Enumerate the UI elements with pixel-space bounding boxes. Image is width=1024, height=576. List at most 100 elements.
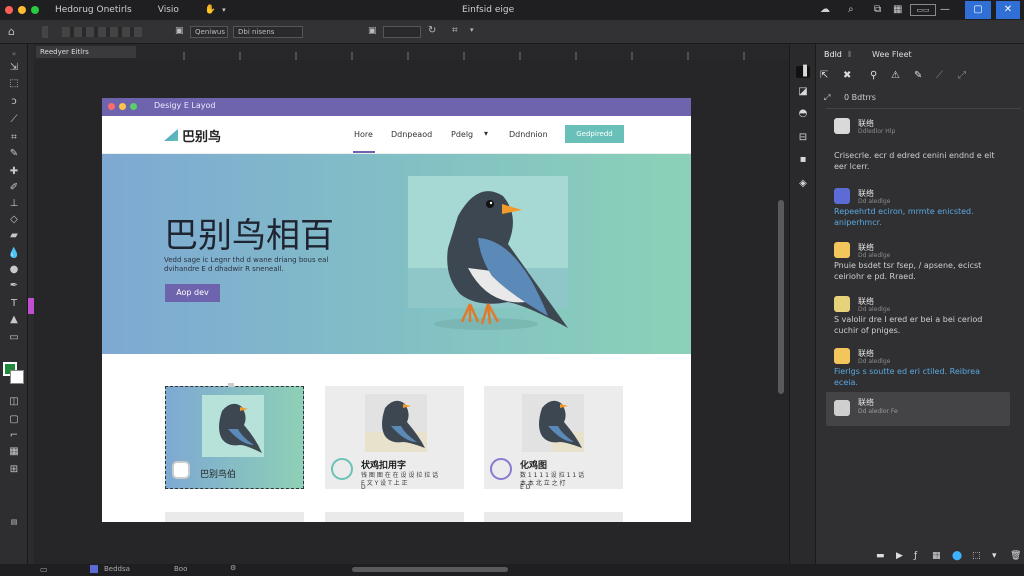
more-icon[interactable]: ▾ — [992, 551, 997, 561]
filter-label[interactable]: 0 Bdtrrs — [844, 93, 876, 102]
vertical-scrollbar[interactable] — [778, 200, 784, 394]
crop-icon[interactable]: ⌗ — [452, 25, 458, 36]
option-field-2[interactable]: Dbi nisens — [233, 26, 303, 38]
shapes-icon[interactable]: ⚠ — [891, 70, 900, 81]
channels-icon[interactable]: ▪ — [796, 154, 810, 166]
comment-5[interactable]: 联络 Dd aledlge Fierlgs s soutte ed eri ct… — [834, 348, 1004, 394]
nav-home[interactable]: Hore — [354, 130, 373, 139]
panel-tab-active[interactable]: Bdld — [824, 50, 842, 59]
panel-footer-icon-2[interactable]: ▶ — [896, 551, 903, 561]
close-x-icon[interactable]: ✖ — [843, 70, 851, 81]
text-tool-icon[interactable]: ⇱ — [820, 70, 828, 81]
background-color-swatch[interactable] — [10, 370, 24, 384]
comment-3[interactable]: 联络 Dd aledlge Pnuie bsdet tsr fsep, / ap… — [834, 242, 1004, 292]
chevron-down-icon[interactable]: ▾ — [470, 26, 474, 34]
crop-tool-icon[interactable]: ⌗ — [7, 132, 21, 144]
card-row-2-1[interactable] — [165, 512, 304, 522]
path-select-icon[interactable]: ▲ — [7, 314, 21, 326]
search-icon[interactable]: ⚲ — [870, 70, 877, 81]
window-maximize-button[interactable]: ▢ — [965, 1, 991, 19]
pen-icon[interactable]: ✎ — [914, 70, 922, 81]
filter-icon[interactable]: ⤢ — [824, 93, 830, 103]
heal-tool-icon[interactable]: ✚ — [7, 166, 21, 178]
type-tool-icon[interactable]: T — [7, 298, 21, 310]
nav-cta-button[interactable]: Gedpiredd — [565, 125, 624, 143]
nav-item-2[interactable]: Ddnpeaod — [391, 130, 432, 139]
option-swatches[interactable] — [62, 27, 142, 37]
brand-name[interactable]: 巴别鸟 — [182, 126, 221, 145]
dodge-tool-icon[interactable]: ● — [7, 264, 21, 276]
library-icon[interactable]: ◓ — [796, 108, 810, 120]
hand-icon[interactable]: ✋ — [205, 5, 216, 15]
layer-name[interactable]: Beddsa — [104, 565, 130, 573]
cloud-icon[interactable]: ☁ — [820, 4, 830, 15]
comment-1[interactable]: 联络 Ddledlor Hlp Crisecrle. ecr d edred c… — [834, 118, 1004, 184]
option-field-3[interactable] — [383, 26, 421, 38]
brush-tool-icon[interactable]: ✐ — [7, 182, 21, 194]
trash-icon[interactable]: 🗑 — [1010, 551, 1021, 561]
expand-icon[interactable]: ⤢ — [958, 70, 966, 81]
nav-item-4[interactable]: Ddndnion — [509, 130, 548, 139]
comment-4[interactable]: 联络 Dd aledlge S valolir dre I ered er be… — [834, 296, 1004, 346]
more-tools-icon[interactable]: ⊞ — [7, 464, 21, 476]
extra-tool-icon[interactable]: ▤ — [7, 516, 21, 528]
zoom-level[interactable]: Boo — [174, 565, 187, 573]
layers-icon[interactable]: ⊟ — [796, 132, 810, 144]
refresh-icon[interactable]: ↻ — [428, 25, 436, 36]
minimize-dot[interactable] — [119, 103, 126, 110]
eraser-tool-icon[interactable]: ◇ — [7, 214, 21, 226]
pen-tool-icon[interactable]: ✒ — [7, 280, 21, 292]
send-icon[interactable]: ⟋ — [936, 70, 943, 81]
panel-tab-2[interactable]: Wee Fleet — [872, 50, 912, 59]
card-1[interactable]: 巴别鸟伯 — [165, 383, 304, 489]
home-icon[interactable]: ⌂ — [8, 25, 15, 38]
hero-button[interactable]: Aop dev — [165, 284, 220, 302]
collapse-icon[interactable]: « — [7, 48, 21, 60]
move-tool-icon[interactable]: ⇲ — [7, 62, 21, 74]
card-row-2-3[interactable] — [484, 512, 623, 522]
fx-icon[interactable]: ƒ — [914, 551, 917, 561]
stamp-tool-icon[interactable]: ⊥ — [7, 198, 21, 210]
card-row-2-2[interactable] — [325, 512, 464, 522]
artboard-icon[interactable]: ▦ — [7, 446, 21, 458]
card-2[interactable]: 状鸡扣用字 钱 图 图 在 在 设 设 拉 拉 话 E 文 Y 设 T 上 正 … — [325, 386, 464, 491]
layout-toggle-icon[interactable]: ▭▭ — [910, 4, 936, 16]
search-icon[interactable]: ⌕ — [848, 4, 854, 15]
option-field-1[interactable]: Qeniwus — [190, 26, 228, 38]
close-dot[interactable] — [108, 103, 115, 110]
gradient-tool-icon[interactable]: ▰ — [7, 230, 21, 242]
window-close-button[interactable]: ✕ — [996, 1, 1020, 19]
frame-icon[interactable]: ▣ — [175, 26, 184, 36]
blur-tool-icon[interactable]: 💧 — [7, 248, 21, 260]
panel-footer-icon-1[interactable]: ▬ — [876, 551, 885, 561]
document-artboard[interactable]: Desigy E Layod 巴别鸟 Hore Ddnpeaod Pdelg ▾… — [102, 98, 691, 522]
select-tool-icon[interactable]: ⬚ — [7, 78, 21, 90]
frame-tool-icon[interactable]: ⌐ — [7, 430, 21, 442]
close-window-button[interactable] — [5, 6, 13, 14]
lasso-tool-icon[interactable]: ↄ — [7, 96, 21, 108]
monitor-icon[interactable]: ▭ — [40, 565, 48, 574]
comments-icon[interactable]: ◈ — [796, 178, 810, 190]
quick-mask-icon[interactable]: ◫ — [7, 396, 21, 408]
horizontal-scrollbar[interactable] — [352, 567, 508, 572]
comment-6[interactable]: 联络 Dd aledlor Fe — [826, 392, 1010, 426]
frame-select-icon[interactable]: ▣ — [368, 26, 377, 36]
maximize-dot[interactable] — [130, 103, 137, 110]
adjust-icon[interactable]: ◪ — [796, 86, 810, 98]
eyedropper-tool-icon[interactable]: ✎ — [7, 148, 21, 160]
restore-icon[interactable]: ⧉ — [874, 4, 881, 15]
card-3[interactable]: 化鸡图 数 1 1 1 1 设 拉 1 1 话 本 本 北 立 之 打 E D — [484, 386, 623, 491]
new-layer-icon[interactable]: ⬚ — [972, 551, 981, 561]
selection-handle[interactable] — [228, 383, 234, 387]
shape-tool-icon[interactable]: ▭ — [7, 332, 21, 344]
screen-mode-icon[interactable]: ▢ — [7, 414, 21, 426]
view-menu[interactable]: Visio — [158, 5, 179, 15]
mask-icon[interactable]: ▦ — [932, 551, 941, 561]
nav-item-3[interactable]: Pdelg — [451, 130, 473, 139]
settings-icon[interactable]: ⚙ — [230, 564, 236, 572]
minimize-window-button[interactable] — [18, 6, 26, 14]
app-menu[interactable]: Hedorug Onetirls — [55, 5, 132, 15]
minimize-icon[interactable]: — — [940, 4, 950, 15]
properties-icon[interactable]: ▐ — [796, 66, 810, 78]
comment-2[interactable]: 联络 Dd aledlge Repeehrtd eciron, mrmte en… — [834, 188, 1004, 238]
